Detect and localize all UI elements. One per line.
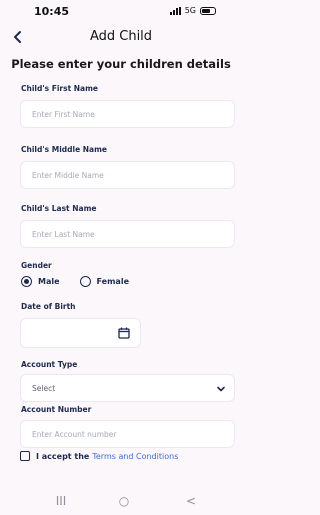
recents-button[interactable]: III [51, 494, 71, 508]
recents-icon: III [55, 494, 67, 508]
terms-row: I accept the Terms and Conditions [20, 451, 178, 461]
last-name-placeholder: Enter Last Name [32, 230, 95, 239]
gender-male-radio[interactable] [21, 276, 32, 287]
battery-icon [200, 6, 216, 15]
account-number-placeholder: Enter Account number [32, 430, 117, 439]
first-name-label: Child's First Name [21, 84, 99, 93]
home-icon: ○ [118, 494, 130, 508]
account-type-select[interactable]: Select [20, 374, 235, 402]
system-back-button[interactable]: < [181, 494, 201, 508]
gender-options: Male Female [21, 276, 149, 287]
terms-checkbox[interactable] [20, 451, 30, 461]
terms-text: I accept the [36, 451, 90, 461]
last-name-field[interactable]: Enter Last Name [20, 220, 235, 248]
app-header: Add Child [0, 24, 242, 52]
dob-field[interactable] [20, 318, 141, 348]
account-type-value: Select [32, 384, 56, 393]
account-number-label: Account Number [21, 405, 92, 414]
first-name-placeholder: Enter First Name [32, 110, 95, 119]
chevron-down-icon [217, 386, 225, 392]
middle-name-field[interactable]: Enter Middle Name [20, 161, 235, 189]
page-title: Add Child [89, 29, 153, 44]
home-button[interactable]: ○ [114, 494, 134, 508]
status-time: 10:45 [34, 5, 70, 18]
last-name-label: Child's Last Name [21, 204, 97, 213]
signal-icon [169, 6, 181, 15]
status-icons: 5G [169, 6, 216, 15]
account-number-field[interactable]: Enter Account number [20, 420, 235, 448]
network-label: 5G [184, 6, 196, 15]
gender-female-label[interactable]: Female [97, 277, 129, 286]
calendar-icon[interactable] [118, 327, 130, 339]
intro-heading: Please enter your children details [11, 57, 231, 71]
system-nav-bar: III ○ < [0, 487, 242, 515]
status-bar: 10:45 5G [0, 0, 242, 22]
dob-label: Date of Birth [21, 302, 76, 311]
account-type-label: Account Type [21, 360, 78, 369]
middle-name-placeholder: Enter Middle Name [32, 171, 104, 180]
gender-male-label[interactable]: Male [38, 277, 60, 286]
terms-link[interactable]: Terms and Conditions [92, 452, 178, 461]
gender-female-radio[interactable] [79, 276, 91, 287]
gender-label: Gender [21, 261, 52, 270]
system-back-icon: < [185, 494, 197, 508]
first-name-field[interactable]: Enter First Name [20, 100, 235, 128]
middle-name-label: Child's Middle Name [21, 145, 108, 154]
